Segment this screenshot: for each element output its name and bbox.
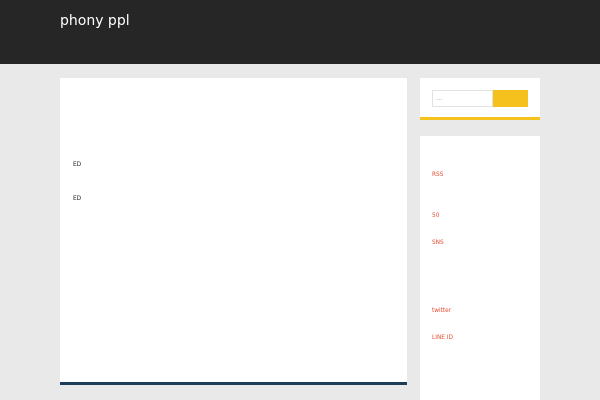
category-link[interactable]: RSS	[432, 171, 453, 185]
category-link[interactable]	[432, 321, 453, 335]
post-paragraph	[73, 306, 395, 332]
category-link[interactable]: twitter	[432, 307, 453, 321]
site-header: phony ppl	[0, 0, 600, 64]
category-link[interactable]	[432, 225, 453, 239]
category-link[interactable]	[432, 266, 453, 280]
categories-list: RSS 50 SNS twitter LINE ID	[432, 171, 453, 389]
search-button[interactable]	[493, 90, 528, 107]
category-link[interactable]	[432, 253, 453, 267]
post-card: ED ED	[60, 78, 407, 385]
post-paragraph	[73, 340, 395, 366]
post-paragraph: ED	[73, 162, 82, 168]
search-widget	[420, 78, 540, 120]
category-link[interactable]	[432, 361, 453, 375]
category-link[interactable]	[432, 375, 453, 389]
post-paragraph	[73, 271, 395, 297]
post-paragraph	[73, 113, 395, 152]
categories-widget: RSS 50 SNS twitter LINE ID	[420, 136, 540, 400]
post-paragraph: ED	[73, 196, 82, 202]
site-title[interactable]: phony ppl	[60, 12, 380, 52]
category-link[interactable]	[432, 293, 453, 307]
category-link[interactable]: LINE ID	[432, 334, 453, 348]
category-link[interactable]	[432, 280, 453, 294]
category-link[interactable]: SNS	[432, 239, 453, 253]
category-link[interactable]: 50	[432, 212, 453, 226]
post-paragraph	[73, 239, 395, 252]
category-link[interactable]	[432, 185, 453, 199]
category-link[interactable]	[432, 348, 453, 362]
search-input[interactable]	[432, 90, 493, 107]
category-link[interactable]	[432, 198, 453, 212]
